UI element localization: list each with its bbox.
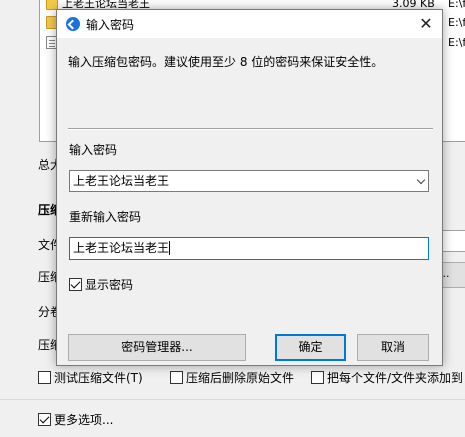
checkbox-label: 显示密码 <box>85 278 134 292</box>
dialog-title: 输入密码 <box>86 18 135 32</box>
show-password-checkbox[interactable]: 显示密码 <box>69 278 133 294</box>
dialog-description: 输入压缩包密码。建议使用至少 8 位的密码来保证安全性。 <box>68 55 384 69</box>
file-path: E:\f <box>448 0 465 10</box>
password-label: 输入密码 <box>69 143 118 157</box>
divider <box>0 399 465 400</box>
dialog-titlebar[interactable]: 输入密码 ✕ <box>57 10 442 38</box>
options-row: 测试压缩文件(T) 压缩后删除原始文件 把每个文件/文件夹添加到 <box>38 371 465 387</box>
checkbox-box <box>38 371 51 384</box>
add-each-file-checkbox[interactable]: 把每个文件/文件夹添加到 <box>311 371 463 387</box>
confirm-password-label: 重新输入密码 <box>69 210 142 224</box>
file-path: E:\f <box>448 36 465 49</box>
screen: 上老王论坛当老王 3.09 KB E:\f E:\f E:\f 总大 压缩 文件… <box>0 0 465 437</box>
checkbox-box <box>38 413 51 426</box>
chevron-down-icon[interactable] <box>416 175 426 185</box>
password-dialog: 输入密码 ✕ 输入压缩包密码。建议使用至少 8 位的密码来保证安全性。 输入密码… <box>56 9 443 366</box>
password-combobox[interactable]: 上老王论坛当老王 <box>69 170 429 192</box>
password-manager-button[interactable]: 密码管理器... <box>68 334 246 361</box>
checkbox-box <box>170 371 183 384</box>
divider <box>68 128 433 129</box>
password-value: 上老王论坛当老王 <box>73 174 170 188</box>
close-button[interactable]: ✕ <box>410 10 442 38</box>
checkbox-label: 测试压缩文件(T) <box>54 371 143 385</box>
confirm-password-value: 上老王论坛当老王 <box>73 241 170 255</box>
cancel-button[interactable]: 取消 <box>357 334 429 361</box>
file-path: E:\f <box>448 16 465 29</box>
app-logo-icon <box>66 17 80 31</box>
close-icon: ✕ <box>419 14 433 33</box>
ok-button[interactable]: 确定 <box>275 334 346 361</box>
checkbox-box <box>69 278 82 291</box>
checkbox-box <box>311 371 324 384</box>
text-caret <box>169 241 171 255</box>
test-archive-checkbox[interactable]: 测试压缩文件(T) <box>38 371 143 387</box>
checkbox-label: 压缩后删除原始文件 <box>186 371 295 385</box>
checkbox-label: 把每个文件/文件夹添加到 <box>327 371 464 385</box>
more-options-checkbox[interactable]: 更多选项... <box>38 413 113 429</box>
checkbox-label: 更多选项... <box>54 413 114 427</box>
delete-original-checkbox[interactable]: 压缩后删除原始文件 <box>170 371 294 387</box>
confirm-password-input[interactable]: 上老王论坛当老王 <box>69 237 429 260</box>
